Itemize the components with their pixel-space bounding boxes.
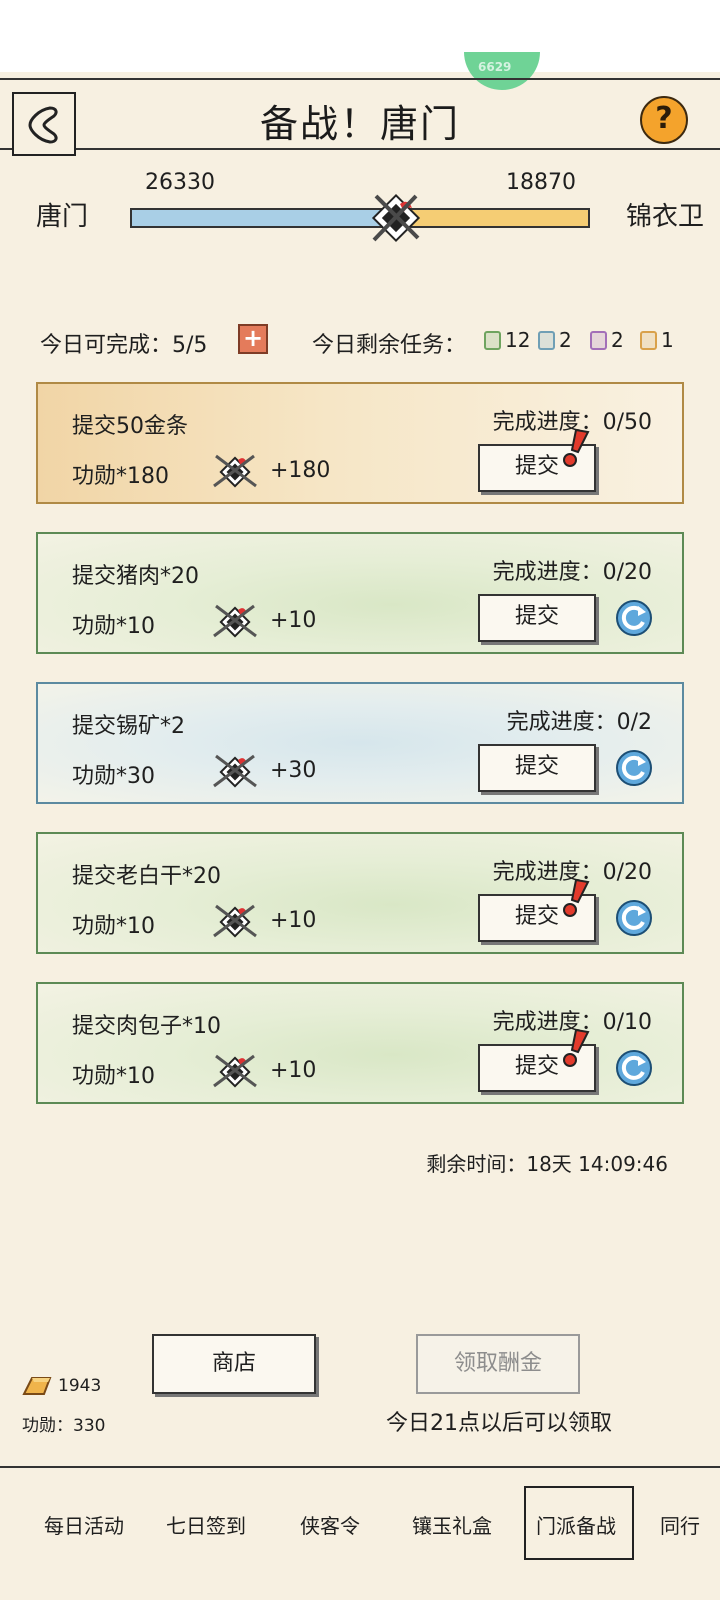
refresh-icon: [616, 1050, 652, 1086]
crossed-swords-icon: [213, 904, 257, 938]
green-badge: 6629: [464, 52, 540, 90]
bottom-tabbar: 每日活动 七日签到 侠客令 镶玉礼盒 门派备战 同行: [0, 1472, 720, 1600]
task-reward: 功勋*180: [72, 464, 169, 489]
task-score-gain: +10: [270, 908, 317, 933]
counter-blue: 2: [538, 328, 572, 352]
crossed-swords-icon: [213, 1054, 257, 1088]
tab-hero-token[interactable]: 侠客令: [300, 1510, 360, 1539]
crossed-swords-icon: [213, 454, 257, 488]
counter-green: 12: [484, 328, 530, 352]
task-card: 提交锡矿*2 功勋*30 +30 完成进度：0/2 提交: [36, 682, 684, 804]
task-score-gain: +10: [270, 608, 317, 633]
crossed-swords-icon: [372, 193, 421, 243]
refresh-task-button[interactable]: [614, 1048, 654, 1088]
faction-left-name: 唐门: [36, 202, 89, 232]
task-title: 提交锡矿*2: [72, 714, 185, 739]
header-top-line: [0, 78, 720, 80]
task-title: 提交老白干*20: [72, 864, 221, 889]
task-score-gain: +30: [270, 758, 317, 783]
purple-square-icon: [590, 330, 607, 350]
faction-right-name: 锦衣卫: [626, 202, 705, 232]
task-title: 提交50金条: [72, 414, 188, 439]
task-score-gain: +10: [270, 1058, 317, 1083]
gold-bar-icon: [22, 1377, 52, 1395]
gold-count: 1943: [58, 1376, 102, 1396]
task-progress: 完成进度：0/20: [492, 560, 652, 585]
counter-value: 2: [559, 328, 572, 352]
faction-left-score: 26330: [145, 170, 215, 195]
tab-seven-day-checkin[interactable]: 七日签到: [166, 1510, 246, 1539]
merit-points: 功勋：330: [22, 1416, 106, 1436]
alert-icon: [563, 878, 590, 917]
counter-value: 2: [611, 328, 624, 352]
crossed-swords-icon: [213, 604, 257, 638]
task-reward: 功勋*10: [72, 1064, 155, 1089]
task-card: 提交老白干*20 功勋*10 +10 完成进度：0/20 提交: [36, 832, 684, 954]
refresh-icon: [616, 900, 652, 936]
remaining-time: 剩余时间：18天 14:09:46: [426, 1152, 668, 1176]
counter-orange: 1: [640, 328, 674, 352]
task-card: 提交猪肉*20 功勋*10 +10 完成进度：0/20 提交: [36, 532, 684, 654]
today-complete-text: 今日可完成：5/5: [40, 333, 208, 358]
task-title: 提交肉包子*10: [72, 1014, 221, 1039]
alert-icon: [563, 1028, 590, 1067]
refresh-icon: [616, 750, 652, 786]
add-attempts-icon[interactable]: +: [238, 324, 268, 354]
counter-purple: 2: [590, 328, 624, 352]
refresh-icon: [616, 600, 652, 636]
claim-reward-button[interactable]: 领取酬金: [416, 1334, 580, 1394]
tab-daily-activity[interactable]: 每日活动: [44, 1510, 124, 1539]
counter-value: 12: [505, 328, 531, 352]
alert-icon: [563, 428, 590, 467]
tabbar-top-line: [0, 1466, 720, 1468]
green-square-icon: [484, 330, 501, 350]
task-score-gain: +180: [270, 458, 331, 483]
task-progress: 完成进度：0/2: [506, 710, 652, 735]
claim-hint: 今日21点以后可以领取: [386, 1411, 612, 1436]
refresh-task-button[interactable]: [614, 598, 654, 638]
task-reward: 功勋*10: [72, 614, 155, 639]
submit-button[interactable]: 提交: [478, 744, 596, 792]
shop-button[interactable]: 商店: [152, 1334, 316, 1394]
task-reward: 功勋*30: [72, 764, 155, 789]
help-button[interactable]: ?: [640, 96, 688, 144]
counter-value: 1: [661, 328, 674, 352]
crossed-swords-icon: [213, 754, 257, 788]
tab-jade-gift-box[interactable]: 镶玉礼盒: [412, 1510, 492, 1539]
page-title: 备战！唐门: [259, 102, 460, 146]
task-reward: 功勋*10: [72, 914, 155, 939]
badge-text: 6629: [478, 60, 512, 74]
versus-bar: [130, 193, 590, 243]
submit-button[interactable]: 提交: [478, 594, 596, 642]
versus-bar-left-fill: [132, 210, 397, 226]
remaining-tasks-label: 今日剩余任务：: [312, 333, 467, 358]
top-strip: [0, 0, 720, 72]
header-bottom-line: [0, 148, 720, 150]
refresh-task-button[interactable]: [614, 748, 654, 788]
faction-right-score: 18870: [506, 170, 576, 195]
tab-sect-preparation[interactable]: 门派备战: [536, 1510, 616, 1539]
orange-square-icon: [640, 330, 657, 350]
task-title: 提交猪肉*20: [72, 564, 199, 589]
tab-companion[interactable]: 同行: [660, 1510, 700, 1539]
blue-square-icon: [538, 330, 555, 350]
refresh-task-button[interactable]: [614, 898, 654, 938]
task-card: 提交50金条 功勋*180 +180 完成进度：0/50 提交: [36, 382, 684, 504]
task-card: 提交肉包子*10 功勋*10 +10 完成进度：0/10 提交: [36, 982, 684, 1104]
